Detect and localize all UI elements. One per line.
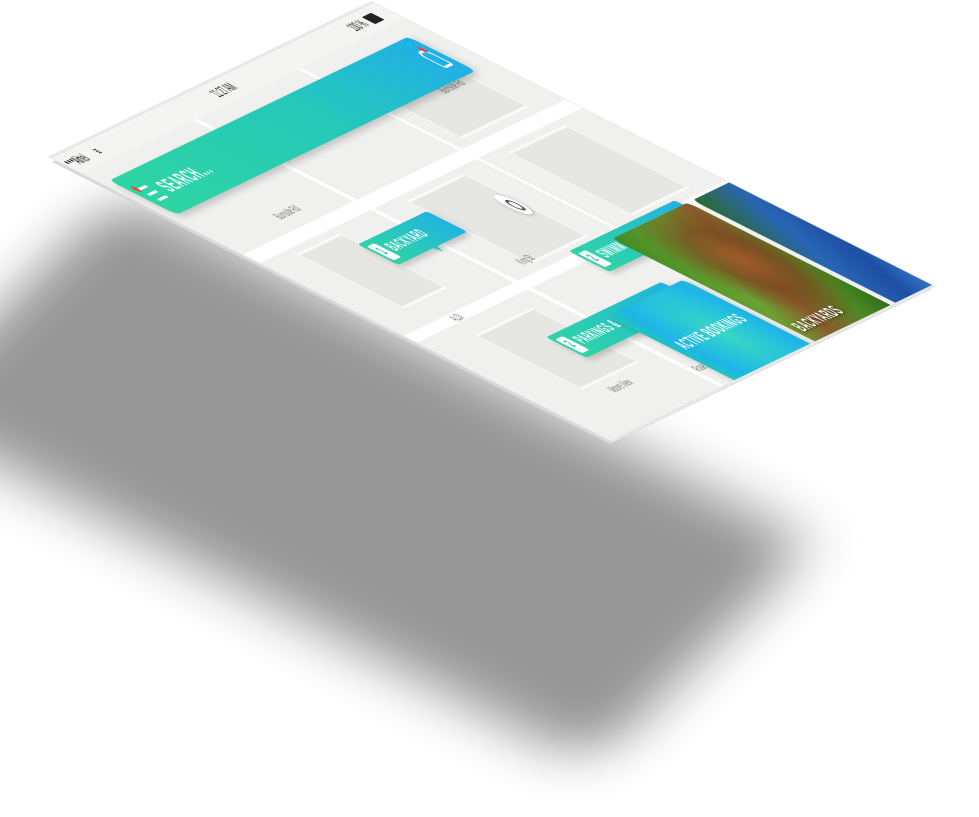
search-input[interactable]: SEARCH... <box>150 160 222 195</box>
card-label: ACTIVE BOOKINGS <box>667 310 754 353</box>
map-label: Burnside Rd <box>269 203 305 222</box>
map-block <box>507 124 690 216</box>
mockup-stage: ●●●○○ Airtel ≋ 11:27 AM 100 % Burnside R… <box>0 0 979 817</box>
wifi-icon: ≋ <box>87 146 108 157</box>
map-label: Moore View <box>603 377 638 395</box>
pin-label: BACKYARD <box>380 226 436 254</box>
